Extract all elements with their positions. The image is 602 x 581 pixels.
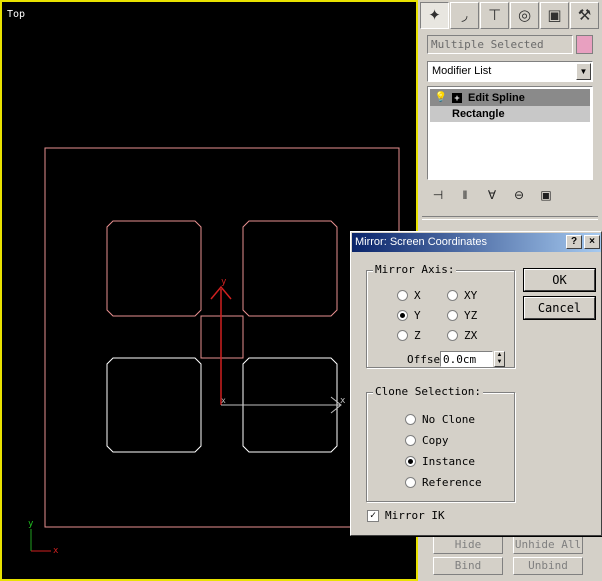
clone-selection-label: Clone Selection: [373, 385, 483, 398]
copy-radio[interactable]: Copy [405, 434, 449, 447]
configure-modifier-sets-icon[interactable]: ▣ [535, 185, 557, 205]
radio-button-icon[interactable] [405, 456, 416, 467]
mirror-dialog: Mirror: Screen Coordinates ? × Mirror Ax… [350, 231, 602, 536]
bind-button[interactable]: Bind [433, 557, 503, 575]
stack-item-label: Edit Spline [468, 91, 525, 104]
modifier-list-label: Modifier List [432, 65, 492, 77]
unhide-all-button[interactable]: Unhide All [513, 536, 583, 554]
mirror-axis-label: Mirror Axis: [373, 263, 457, 276]
transform-gizmo: y x x [210, 277, 346, 414]
remove-modifier-icon[interactable]: ⊖ [508, 185, 530, 205]
world-axis-tripod: y x [28, 519, 59, 556]
stack-item-label: Rectangle [452, 108, 505, 120]
dialog-titlebar[interactable]: Mirror: Screen Coordinates ? × [352, 233, 601, 252]
radio-button-icon[interactable] [447, 290, 458, 301]
mirror-ik-checkbox[interactable]: ✓ Mirror IK [367, 509, 445, 522]
object-name-field[interactable]: Multiple Selected [427, 35, 573, 54]
tab-display[interactable]: ▣ [540, 2, 569, 29]
outer-rectangle-shape [44, 147, 400, 528]
stack-toolbar: ⊣ ǁ ∀ ⊖ ▣ [427, 184, 593, 206]
offset-field[interactable]: 0.0cm [440, 351, 493, 367]
radio-button-icon[interactable] [397, 290, 408, 301]
make-unique-icon[interactable]: ∀ [481, 185, 503, 205]
axis-yz-radio[interactable]: YZ [447, 309, 477, 322]
axis-x-radio[interactable]: X [397, 289, 421, 302]
radio-button-icon[interactable] [405, 435, 416, 446]
command-panel-tabs: ✦ ◞ ⊤ ◎ ▣ ⚒ [420, 2, 600, 30]
expand-plus-icon[interactable]: + [452, 92, 462, 103]
show-end-result-icon[interactable]: ǁ [454, 185, 476, 205]
rollout-divider [422, 216, 598, 220]
axis-zx-radio[interactable]: ZX [447, 329, 477, 342]
tab-modify[interactable]: ◞ [450, 2, 479, 29]
dialog-title: Mirror: Screen Coordinates [355, 236, 488, 248]
reference-radio[interactable]: Reference [405, 476, 482, 489]
modifier-stack[interactable]: 💡 + Edit Spline Rectangle [427, 86, 593, 180]
radio-button-icon[interactable] [397, 310, 408, 321]
object-color-swatch[interactable] [576, 35, 593, 54]
radio-button-icon[interactable] [405, 477, 416, 488]
unbind-button[interactable]: Unbind [513, 557, 583, 575]
mirror-ik-label: Mirror IK [385, 509, 445, 522]
modify-tab-icon: ◞ [461, 6, 468, 24]
clone-selection-group: Clone Selection: No Clone Copy Instance … [366, 385, 515, 502]
axis-y-radio[interactable]: Y [397, 309, 421, 322]
radio-button-icon[interactable] [397, 330, 408, 341]
gizmo-y-label: y [221, 277, 227, 287]
rounded-square-top-right [242, 220, 338, 317]
create-tab-icon: ✦ [428, 6, 441, 24]
svg-text:x: x [221, 396, 226, 405]
offset-spinner[interactable]: ▲ ▼ [494, 351, 505, 367]
instance-radio[interactable]: Instance [405, 455, 475, 468]
ok-button[interactable]: OK [524, 269, 595, 291]
cancel-button[interactable]: Cancel [524, 297, 595, 319]
mirror-axis-group: Mirror Axis: X Y Z XY YZ ZX Offset: 0.0c… [366, 263, 515, 368]
help-button[interactable]: ? [566, 235, 582, 249]
gizmo-x-label: x [340, 396, 346, 406]
motion-tab-icon: ◎ [517, 6, 532, 24]
tab-motion[interactable]: ◎ [510, 2, 539, 29]
hide-button[interactable]: Hide [433, 536, 503, 554]
pin-stack-icon[interactable]: ⊣ [427, 185, 449, 205]
axis-z-radio[interactable]: Z [397, 329, 421, 342]
display-tab-icon: ▣ [547, 6, 562, 24]
axis-xy-radio[interactable]: XY [447, 289, 477, 302]
utilities-tab-icon: ⚒ [577, 6, 592, 24]
center-square-shape [200, 315, 244, 359]
world-y-label: y [28, 519, 34, 529]
modifier-list-dropdown[interactable]: Modifier List ▼ [427, 61, 593, 82]
no-clone-radio[interactable]: No Clone [405, 413, 475, 426]
close-button[interactable]: × [584, 235, 600, 249]
radio-button-icon[interactable] [447, 330, 458, 341]
stack-item-edit-spline[interactable]: 💡 + Edit Spline [430, 89, 590, 106]
tab-create[interactable]: ✦ [420, 2, 449, 29]
stack-item-rectangle[interactable]: Rectangle [430, 106, 590, 122]
radio-button-icon[interactable] [405, 414, 416, 425]
rounded-square-top-left [106, 220, 202, 317]
rounded-square-bottom-left [106, 357, 202, 453]
lightbulb-icon[interactable]: 💡 [434, 92, 448, 103]
tab-utilities[interactable]: ⚒ [570, 2, 599, 29]
hierarchy-tab-icon: ⊤ [487, 6, 502, 24]
radio-button-icon[interactable] [447, 310, 458, 321]
chevron-down-icon[interactable]: ▼ [576, 63, 591, 80]
checkmark-icon[interactable]: ✓ [367, 509, 379, 522]
tab-hierarchy[interactable]: ⊤ [480, 2, 509, 29]
world-x-label: x [53, 546, 59, 556]
